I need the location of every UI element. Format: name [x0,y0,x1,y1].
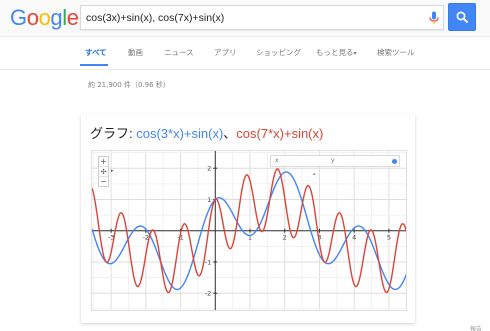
tab-all[interactable]: すべて [85,47,107,58]
y-tick-label: 2 [207,165,211,173]
tab-more-label: もっと見る [316,48,354,57]
logo-letter: e [66,5,79,30]
active-tab-indicator [80,64,108,66]
tab-news[interactable]: ニュース [164,47,194,58]
zoom-in-button[interactable]: + [99,157,108,166]
result-stats: 約 21,900 件（0.96 秒） [88,81,170,89]
tab-shopping[interactable]: ショッピング [256,47,301,58]
function-1-link[interactable]: cos(3*x)+sin(x) [136,126,223,141]
function-plot[interactable]: -3 -2 -1 1 2 3 4 5 -2 -1 1 2 + ✣ − ▸ x y ▴ [91,150,407,311]
pan-icon[interactable]: ✣ [99,166,108,177]
coordinate-x-field[interactable]: x [275,157,279,164]
feedback-link[interactable]: 報告 [470,324,482,331]
y-tick-label: 1 [207,196,211,204]
chevron-down-icon: ▾ [353,50,357,57]
zoom-control: + ✣ − [98,156,109,187]
function-2-link[interactable]: cos(7*x)+sin(x) [236,126,323,141]
magnifier-icon [456,11,469,24]
series-dot-icon[interactable] [392,159,397,164]
search-tabs: すべて 動画 ニュース アプリ ショッピング もっと見る▾ 検索ツール [80,38,480,68]
tab-divider [0,69,490,70]
graph-title: グラフ: cos(3*x)+sin(x)、cos(7*x)+sin(x) [90,123,323,142]
search-input[interactable] [81,6,421,29]
x-tick-label: 2 [283,234,287,242]
microphone-icon[interactable] [428,11,440,25]
plot-canvas[interactable]: -3 -2 -1 1 2 3 4 5-2-112 [92,151,407,311]
graph-label: グラフ: [90,126,137,141]
coordinate-panel: x y [270,155,400,167]
logo-letter: o [26,5,39,30]
x-tick-label: 5 [387,234,391,242]
tab-search-tools[interactable]: 検索ツール [377,47,415,58]
y-tick-label: -2 [205,290,211,298]
y-tick-label: -1 [205,258,211,266]
logo-letter: g [50,5,63,30]
x-tick-label: 4 [352,234,356,242]
graph-card: グラフ: cos(3*x)+sin(x)、cos(7*x)+sin(x) -3-… [81,114,415,323]
chevron-up-icon[interactable]: ▴ [313,171,316,177]
logo-letter: o [38,5,51,30]
chevron-right-icon[interactable]: ▸ [111,168,114,174]
search-header: Google [0,0,490,37]
google-logo[interactable]: Google [10,5,79,31]
tab-apps[interactable]: アプリ [214,47,237,58]
function-separator: 、 [223,126,237,141]
tab-videos[interactable]: 動画 [128,47,143,58]
search-button[interactable] [448,3,476,31]
logo-letter: G [10,5,27,30]
coordinate-y-field[interactable]: y [331,157,335,164]
tab-more[interactable]: もっと見る▾ [316,47,357,58]
search-box[interactable] [80,5,444,30]
zoom-out-button[interactable]: − [99,177,108,186]
